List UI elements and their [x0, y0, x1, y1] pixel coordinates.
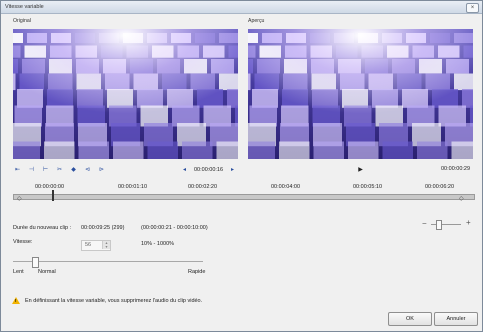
range-value: (00:00:00:21 - 00:00:10:00) — [141, 225, 208, 231]
cancel-button[interactable]: Annuler — [434, 312, 478, 326]
go-start-icon[interactable]: ⇤ — [13, 166, 22, 175]
speed-stepper[interactable]: 56 ▲ ▼ — [81, 240, 111, 251]
end-marker-icon[interactable]: ◇ — [459, 195, 464, 202]
title-bar[interactable]: Vitesse variable × — [1, 1, 482, 14]
warning-icon: ! — [12, 297, 20, 304]
original-timecode: 00:00:00:16 — [194, 167, 224, 173]
play-icon[interactable]: ▶ — [356, 166, 365, 175]
duration-label: Durée du nouveau clip : — [13, 225, 72, 231]
timeline-ruler[interactable]: 00:00:00:00 00:00:01:10 00:00:02:20 00:0… — [13, 181, 475, 202]
original-label: Original — [13, 18, 31, 24]
warning-text: En définissant la vitesse variable, vous… — [25, 298, 203, 304]
speed-value[interactable]: 56 — [85, 242, 91, 248]
normal-label: Normal — [38, 269, 56, 275]
dialog-title: Vitesse variable — [5, 4, 44, 10]
speed-label: Vitesse: — [13, 239, 33, 245]
speed-range: 10% - 1000% — [141, 241, 175, 247]
speed-slider-track[interactable] — [13, 261, 203, 262]
preview-video-view — [248, 29, 473, 159]
zoom-in-icon[interactable]: + — [466, 218, 471, 227]
slow-label: Lent — [13, 269, 24, 275]
timeline-tick-label: 00:00:02:20 — [188, 184, 218, 190]
timeline-tick-label: 00:00:00:00 — [35, 184, 65, 190]
original-video-frame — [13, 29, 238, 159]
timeline-track[interactable] — [13, 194, 475, 200]
mark-in-icon[interactable]: ⊢ — [41, 166, 50, 175]
timeline-tick-label: 00:00:05:10 — [353, 184, 383, 190]
close-button[interactable]: × — [466, 3, 479, 13]
ok-button[interactable]: OK — [388, 312, 432, 326]
timeline-tick-label: 00:00:01:10 — [118, 184, 148, 190]
variable-speed-dialog: Vitesse variable × Original Aperçu ⇤ ⊣ ⊢… — [0, 0, 483, 332]
duration-value[interactable]: 00:00:09:25 (299) — [81, 225, 124, 231]
spin-down-icon[interactable]: ▼ — [102, 245, 110, 249]
zoom-slider-thumb[interactable] — [436, 220, 442, 230]
playhead[interactable] — [52, 190, 54, 201]
original-video-view — [13, 29, 238, 159]
speed-slider-thumb[interactable] — [32, 257, 39, 268]
next-frame-button[interactable]: ▸ — [228, 166, 237, 175]
next-keyframe-icon[interactable]: ⊳ — [97, 166, 106, 175]
preview-label: Aperçu — [248, 18, 265, 24]
fast-label: Rapide — [188, 269, 206, 275]
prev-frame-button[interactable]: ◂ — [180, 166, 189, 175]
prev-keyframe-icon[interactable]: ⊲ — [83, 166, 92, 175]
timeline-tick-label: 00:00:06:20 — [425, 184, 455, 190]
zoom-out-icon[interactable]: − — [422, 219, 427, 228]
preview-timecode: 00:00:00:29 — [441, 166, 471, 172]
timeline-tick-label: 00:00:04:00 — [271, 184, 301, 190]
prev-frame-icon[interactable]: ⊣ — [27, 166, 36, 175]
preview-video-frame — [248, 29, 473, 159]
start-marker-icon[interactable]: ◇ — [17, 195, 22, 202]
add-keyframe-icon[interactable]: ◆ — [69, 166, 78, 175]
mark-out-icon[interactable]: ✂ — [55, 166, 64, 175]
